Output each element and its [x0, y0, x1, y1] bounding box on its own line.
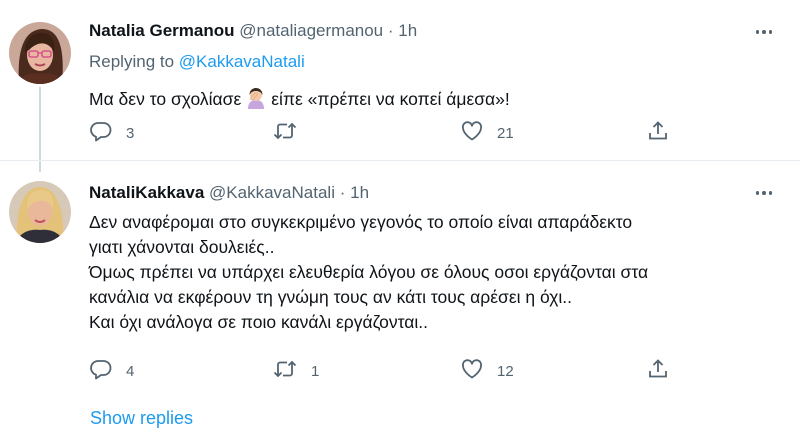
user-handle[interactable]: @KakkavaNatali	[209, 183, 335, 202]
retweet-icon	[272, 119, 298, 148]
reply-count: 4	[126, 362, 135, 380]
reply-icon	[89, 357, 113, 386]
timestamp[interactable]: 1h	[350, 183, 369, 202]
heart-icon	[460, 357, 484, 386]
show-replies-link[interactable]: Show replies	[90, 408, 193, 429]
retweet-count: 1	[311, 362, 320, 380]
avatar[interactable]	[9, 22, 71, 84]
reply-button[interactable]: 4	[89, 358, 134, 384]
display-name[interactable]: NataliKakkava	[89, 183, 204, 202]
retweet-button[interactable]	[272, 120, 311, 146]
replying-to-label: Replying to	[89, 52, 175, 71]
reply-icon	[89, 119, 113, 148]
more-options-icon[interactable]	[750, 24, 778, 40]
tweet-text-part: είπε «πρέπει να κοπεί άμεσα»!	[271, 89, 510, 109]
display-name[interactable]: Natalia Germanou	[89, 21, 235, 40]
tweet-actions: 3 21	[89, 120, 709, 146]
timestamp[interactable]: 1h	[398, 21, 417, 40]
mention-link[interactable]: @KakkavaNatali	[179, 52, 305, 71]
retweet-button[interactable]: 1	[272, 358, 319, 384]
tweet-text: Δεν αναφέρομαι στο συγκεκριμένο γεγονός …	[89, 212, 649, 332]
avatar[interactable]	[9, 181, 71, 243]
like-count: 12	[497, 362, 514, 380]
more-options-icon[interactable]	[750, 185, 778, 201]
tweet-header: Natalia Germanou @nataliagermanou · 1h	[89, 20, 417, 42]
tweet-natalia-germanou[interactable]: Natalia Germanou @nataliagermanou · 1h R…	[0, 0, 800, 160]
share-button[interactable]	[646, 120, 670, 146]
like-button[interactable]: 12	[460, 358, 514, 384]
like-button[interactable]: 21	[460, 120, 514, 146]
reply-count: 3	[126, 124, 135, 142]
share-icon	[646, 119, 670, 148]
share-icon	[646, 357, 670, 386]
tweet-actions: 4 1 12	[89, 358, 709, 384]
reply-button[interactable]: 3	[89, 120, 134, 146]
tweet-header: NataliKakkava @KakkavaNatali · 1h	[89, 182, 369, 204]
user-handle[interactable]: @nataliagermanou	[239, 21, 383, 40]
replying-to: Replying to @KakkavaNatali	[89, 51, 305, 73]
separator-dot: ·	[339, 183, 346, 202]
heart-icon	[460, 119, 484, 148]
tweet-text: Μα δεν το σχολίασε είπε «πρέπει να κοπεί…	[89, 87, 510, 116]
like-count: 21	[497, 124, 514, 142]
tweet-text-part: Μα δεν το σχολίασε	[89, 89, 242, 109]
woman-facepalming-emoji-icon	[245, 87, 267, 116]
share-button[interactable]	[646, 358, 670, 384]
retweet-icon	[272, 357, 298, 386]
separator-dot: ·	[387, 21, 394, 40]
tweet-natali-kakkava[interactable]: NataliKakkava @KakkavaNatali · 1h Δεν αν…	[0, 160, 800, 385]
